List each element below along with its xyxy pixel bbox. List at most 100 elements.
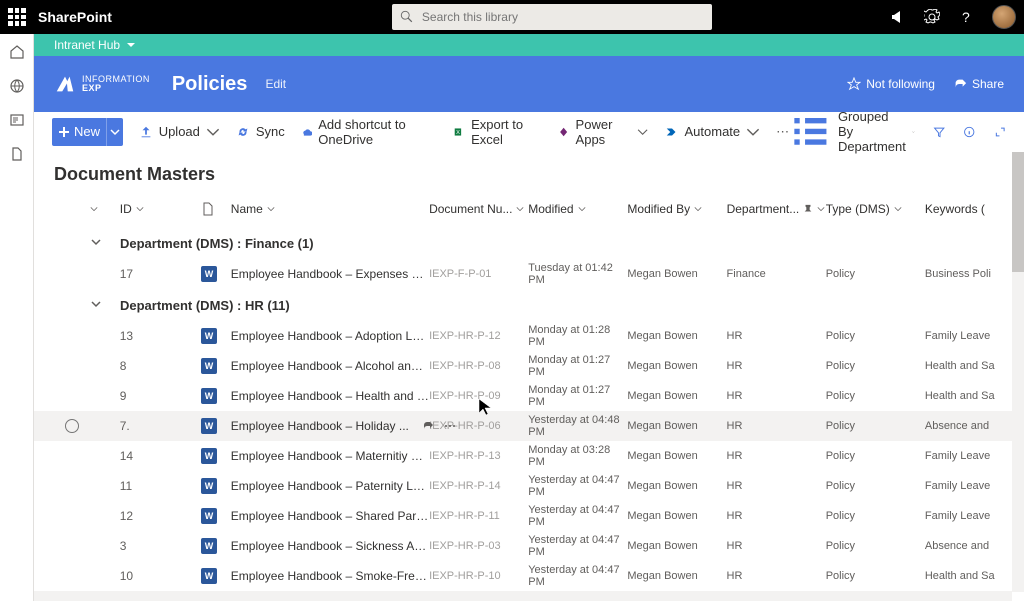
table-row[interactable]: 10WEmployee Handbook – Smoke-Free Policy… xyxy=(34,561,1024,591)
expand-all-header[interactable] xyxy=(90,205,120,213)
cell-id: 11 xyxy=(120,479,201,493)
table-row[interactable]: 14WEmployee Handbook – Maternitiy Leave … xyxy=(34,441,1024,471)
table-row[interactable]: 13WEmployee Handbook – Adoption Leave.do… xyxy=(34,321,1024,351)
upload-button[interactable]: Upload xyxy=(139,124,220,139)
user-avatar[interactable] xyxy=(992,5,1016,29)
scroll-thumb[interactable] xyxy=(1012,152,1024,272)
word-icon: W xyxy=(201,478,217,494)
col-name[interactable]: Name xyxy=(231,202,429,216)
vertical-scrollbar[interactable] xyxy=(1012,152,1024,592)
cell-keywords: Health and Sa xyxy=(925,570,1024,582)
powerapps-button[interactable]: Power Apps xyxy=(558,117,648,147)
files-icon[interactable] xyxy=(9,146,25,162)
cell-name[interactable]: Employee Handbook – Expenses Policy and.… xyxy=(231,267,429,281)
cell-id: 17 xyxy=(120,267,201,281)
col-id[interactable]: ID xyxy=(120,202,201,216)
not-following-button[interactable]: Not following xyxy=(847,77,935,91)
cell-type: Policy xyxy=(826,420,925,432)
filter-icon[interactable] xyxy=(933,124,945,140)
app-launcher-icon[interactable] xyxy=(8,8,26,26)
group-header[interactable]: Department (DMS) : HR (11) xyxy=(34,289,1024,321)
col-department[interactable]: Department... xyxy=(727,202,826,216)
collapse-icon[interactable] xyxy=(90,236,120,251)
search-input[interactable] xyxy=(422,10,704,24)
chevron-down-icon xyxy=(912,128,915,136)
new-button[interactable]: New xyxy=(52,118,108,146)
cell-id: 14 xyxy=(120,449,201,463)
automate-button[interactable]: Automate xyxy=(665,124,761,139)
cell-modifiedby: Megan Bowen xyxy=(627,420,726,432)
cell-type: Policy xyxy=(826,570,925,582)
cell-name[interactable]: Employee Handbook – Adoption Leave.docx xyxy=(231,329,429,343)
site-logo[interactable]: INFORMATION EXP xyxy=(54,73,150,95)
cell-name[interactable]: Employee Handbook – Shared Parental Lea.… xyxy=(231,509,429,523)
row-selector[interactable] xyxy=(54,419,90,433)
cell-name[interactable]: Employee Handbook – Sickness Absence P..… xyxy=(231,539,429,553)
info-icon[interactable] xyxy=(963,124,975,140)
group-label: Department (DMS) : HR (11) xyxy=(120,298,290,313)
cell-keywords: Family Leave xyxy=(925,330,1024,342)
globe-icon[interactable] xyxy=(9,78,25,94)
new-button-split[interactable] xyxy=(106,118,123,146)
cell-name[interactable]: Employee Handbook – Alcohol and Drugs P.… xyxy=(231,359,429,373)
upload-icon xyxy=(139,125,153,139)
cell-name[interactable]: Employee Handbook – Holiday ... xyxy=(231,419,429,433)
table-row[interactable]: 12WEmployee Handbook – Shared Parental L… xyxy=(34,501,1024,531)
collapse-icon[interactable] xyxy=(90,298,120,313)
edit-link[interactable]: Edit xyxy=(265,77,286,91)
cell-name[interactable]: Employee Handbook – Maternitiy Leave an.… xyxy=(231,449,429,463)
table-row[interactable]: 3WEmployee Handbook – Sickness Absence P… xyxy=(34,531,1024,561)
cell-department: HR xyxy=(727,480,826,492)
share-button[interactable]: Share xyxy=(953,77,1004,91)
col-keywords[interactable]: Keywords ( xyxy=(925,202,1024,216)
suite-header: SharePoint ? xyxy=(0,0,1024,34)
sync-button[interactable]: Sync xyxy=(236,124,285,139)
cell-name[interactable]: Employee Handbook – Health and Safety.d.… xyxy=(231,389,429,403)
plus-icon xyxy=(58,126,70,138)
star-icon xyxy=(847,77,861,91)
chevron-down-icon xyxy=(110,127,120,137)
table-row[interactable]: 7.WEmployee Handbook – Holiday ...IEXP-H… xyxy=(34,411,1024,441)
home-icon[interactable] xyxy=(9,44,25,60)
settings-icon[interactable] xyxy=(924,9,940,25)
col-modifiedby[interactable]: Modified By xyxy=(627,202,726,216)
table-row[interactable]: 9WEmployee Handbook – Health and Safety.… xyxy=(34,381,1024,411)
hub-nav[interactable]: Intranet Hub xyxy=(34,34,1024,56)
search-box[interactable] xyxy=(392,4,712,30)
cell-type: Policy xyxy=(826,480,925,492)
cell-docnum: IEXP-HR-P-08 xyxy=(429,360,528,372)
help-icon[interactable]: ? xyxy=(958,9,974,25)
share-row-icon[interactable] xyxy=(422,420,434,432)
horizontal-scrollbar[interactable] xyxy=(34,591,1012,601)
cell-keywords: Absence and xyxy=(925,420,1024,432)
cell-modified: Tuesday at 01:42 PM xyxy=(528,262,627,286)
view-selector[interactable]: Grouped By Department xyxy=(789,109,914,154)
group-header[interactable]: Department (DMS) : Finance (1) xyxy=(34,227,1024,259)
col-docnum[interactable]: Document Nu... xyxy=(429,202,528,216)
cell-modifiedby: Megan Bowen xyxy=(627,450,726,462)
left-rail xyxy=(0,34,34,601)
word-icon: W xyxy=(201,568,217,584)
add-shortcut-button[interactable]: Add shortcut to OneDrive xyxy=(301,117,438,147)
table-row[interactable]: 8WEmployee Handbook – Alcohol and Drugs … xyxy=(34,351,1024,381)
cell-department: Finance xyxy=(727,268,826,280)
news-icon[interactable] xyxy=(9,112,25,128)
table-row[interactable]: 11W Employee Handbook – Paternity Leave a… xyxy=(34,471,1024,501)
export-excel-button[interactable]: X Export to Excel xyxy=(454,117,543,147)
col-filetype[interactable] xyxy=(201,202,231,216)
megaphone-icon[interactable] xyxy=(890,9,906,25)
more-row-icon[interactable] xyxy=(444,420,456,432)
cell-name[interactable]: Employee Handbook – Paternity Leave and … xyxy=(231,479,429,493)
cell-department: HR xyxy=(727,420,826,432)
more-button[interactable]: ⋯ xyxy=(776,124,789,140)
col-type[interactable]: Type (DMS) xyxy=(826,202,925,216)
cell-type: Policy xyxy=(826,540,925,552)
col-modified[interactable]: Modified xyxy=(528,202,627,216)
table-row[interactable]: 17WEmployee Handbook – Expenses Policy a… xyxy=(34,259,1024,289)
cell-department: HR xyxy=(727,360,826,372)
expand-icon[interactable] xyxy=(994,124,1006,140)
cell-type: Policy xyxy=(826,360,925,372)
hub-name: Intranet Hub xyxy=(54,38,120,52)
cell-id: 8 xyxy=(120,359,201,373)
cell-name[interactable]: Employee Handbook – Smoke-Free Policy.d.… xyxy=(231,569,429,583)
